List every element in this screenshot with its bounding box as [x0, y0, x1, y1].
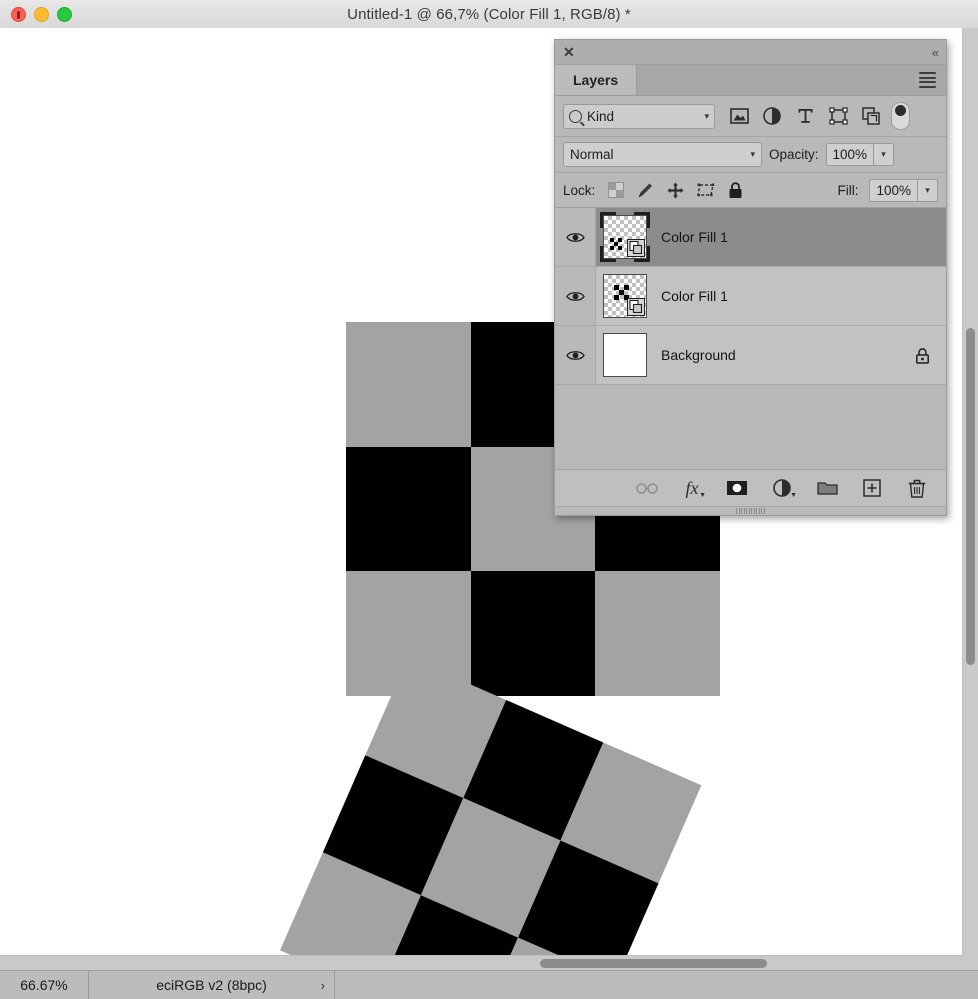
layer-row[interactable]: Color Fill 1: [555, 267, 946, 326]
panel-menu-button[interactable]: [919, 65, 946, 95]
layer-row[interactable]: Color Fill 1: [555, 208, 946, 267]
scrollbar-corner: [963, 956, 978, 971]
layer-name[interactable]: Background: [661, 347, 915, 363]
checker-cell: [470, 571, 596, 696]
collapse-panel-icon[interactable]: «: [932, 45, 939, 60]
traffic-light-buttons[interactable]: [11, 7, 72, 22]
lock-artboard-nesting-icon[interactable]: [696, 181, 715, 200]
tab-layers-label: Layers: [573, 72, 619, 88]
horizontal-scrollbar[interactable]: [0, 955, 963, 971]
checker-cell: [346, 322, 471, 447]
close-icon[interactable]: ✕: [563, 45, 575, 59]
smart-object-badge-icon: [627, 239, 645, 257]
fill-input[interactable]: 100%: [869, 178, 918, 202]
vertical-scrollbar-thumb[interactable]: [966, 328, 975, 665]
blend-mode-value: Normal: [570, 147, 614, 162]
layer-thumbnail[interactable]: [602, 273, 648, 319]
lock-position-icon[interactable]: [666, 181, 685, 200]
minimize-button[interactable]: [34, 7, 49, 22]
layer-filter-row[interactable]: Kind ▾: [555, 96, 946, 137]
opacity-control[interactable]: 100% ▾: [825, 143, 895, 166]
chevron-right-icon[interactable]: ›: [321, 978, 325, 993]
chevron-down-icon[interactable]: ▾: [704, 111, 709, 122]
rotated-checkerboard[interactable]: [280, 657, 702, 971]
status-color-profile-label: eciRGB v2 (8bpc): [156, 977, 267, 993]
layers-panel-footer[interactable]: fx ▼ ▼: [555, 469, 946, 506]
fill-stepper-icon[interactable]: ▾: [918, 178, 938, 202]
blend-mode-row[interactable]: Normal ▾ Opacity: 100% ▾: [555, 137, 946, 173]
fill-control[interactable]: 100% ▾: [869, 178, 938, 202]
new-group-icon[interactable]: [816, 477, 838, 499]
filter-kind-select[interactable]: Kind ▾: [563, 103, 715, 129]
layer-visibility-toggle[interactable]: [555, 326, 596, 384]
new-adjustment-layer-icon[interactable]: ▼: [771, 477, 797, 499]
status-bar[interactable]: 66.67% eciRGB v2 (8bpc) ›: [0, 970, 978, 999]
layer-row[interactable]: Background: [555, 326, 946, 385]
lock-row[interactable]: Lock: Fill: 100% ▾: [555, 173, 946, 208]
panel-resize-grip[interactable]: [555, 506, 946, 515]
grip-lines-icon: [736, 508, 765, 514]
horizontal-scrollbar-thumb[interactable]: [540, 959, 767, 968]
filter-type-icons[interactable]: [729, 106, 881, 126]
tab-layers[interactable]: Layers: [555, 65, 638, 95]
opacity-stepper-icon[interactable]: ▾: [874, 143, 895, 166]
layer-visibility-toggle[interactable]: [555, 267, 596, 325]
layer-name[interactable]: Color Fill 1: [661, 229, 946, 245]
type-layer-filter-icon[interactable]: [795, 106, 815, 126]
search-icon: [569, 109, 582, 123]
opacity-input[interactable]: 100%: [825, 143, 875, 166]
zoom-button[interactable]: [57, 7, 72, 22]
smart-object-badge-icon: [627, 298, 645, 316]
layers-panel[interactable]: ✕ « Layers Kind ▾ Normal ▾ Opacity: 100%…: [554, 39, 947, 516]
panel-title-bar: ✕ «: [555, 40, 946, 65]
chevron-down-icon[interactable]: ▾: [750, 149, 755, 160]
checker-cell: [346, 446, 471, 572]
filter-kind-label: Kind: [587, 108, 615, 124]
adjustment-layer-filter-icon[interactable]: [762, 106, 782, 126]
hamburger-menu-icon[interactable]: [919, 70, 936, 91]
fill-label: Fill:: [837, 182, 859, 198]
layer-name[interactable]: Color Fill 1: [661, 288, 946, 304]
opacity-label: Opacity:: [769, 147, 819, 162]
lock-all-icon[interactable]: [726, 181, 745, 200]
smart-object-filter-icon[interactable]: [861, 106, 881, 126]
eye-icon: [565, 291, 585, 301]
status-zoom-level[interactable]: 66.67%: [0, 971, 89, 999]
layer-thumbnail[interactable]: [600, 212, 650, 262]
delete-layer-icon[interactable]: [906, 477, 928, 499]
eye-icon: [565, 350, 585, 360]
link-layers-icon[interactable]: [636, 477, 658, 499]
photoshop-window: Untitled-1 @ 66,7% (Color Fill 1, RGB/8)…: [0, 0, 978, 999]
layer-locked-icon: [915, 347, 930, 364]
shape-layer-filter-icon[interactable]: [828, 106, 848, 126]
blend-mode-select[interactable]: Normal ▾: [563, 142, 762, 167]
checker-cell: [595, 571, 720, 696]
window-title: Untitled-1 @ 66,7% (Color Fill 1, RGB/8)…: [347, 5, 631, 23]
layer-thumbnail[interactable]: [602, 332, 648, 378]
lock-label: Lock:: [563, 182, 596, 198]
status-color-profile[interactable]: eciRGB v2 (8bpc) ›: [89, 971, 335, 999]
pixel-layer-filter-icon[interactable]: [729, 106, 749, 126]
filter-enable-toggle[interactable]: [891, 102, 910, 130]
layer-style-fx-icon[interactable]: fx ▼: [681, 477, 707, 499]
vertical-scrollbar[interactable]: [962, 28, 978, 971]
close-button[interactable]: [11, 7, 26, 22]
panel-tab-bar[interactable]: Layers: [555, 65, 946, 96]
layer-visibility-toggle[interactable]: [555, 208, 596, 266]
layer-list[interactable]: Color Fill 1 Color Fill 1 Background: [555, 208, 946, 469]
new-layer-icon[interactable]: [861, 477, 883, 499]
thumbnail-pattern: [610, 238, 622, 250]
window-title-bar: Untitled-1 @ 66,7% (Color Fill 1, RGB/8)…: [0, 0, 978, 29]
add-layer-mask-icon[interactable]: [726, 477, 748, 499]
eye-icon: [565, 232, 585, 242]
lock-image-pixels-icon[interactable]: [636, 181, 655, 200]
lock-transparent-pixels-icon[interactable]: [606, 181, 625, 200]
